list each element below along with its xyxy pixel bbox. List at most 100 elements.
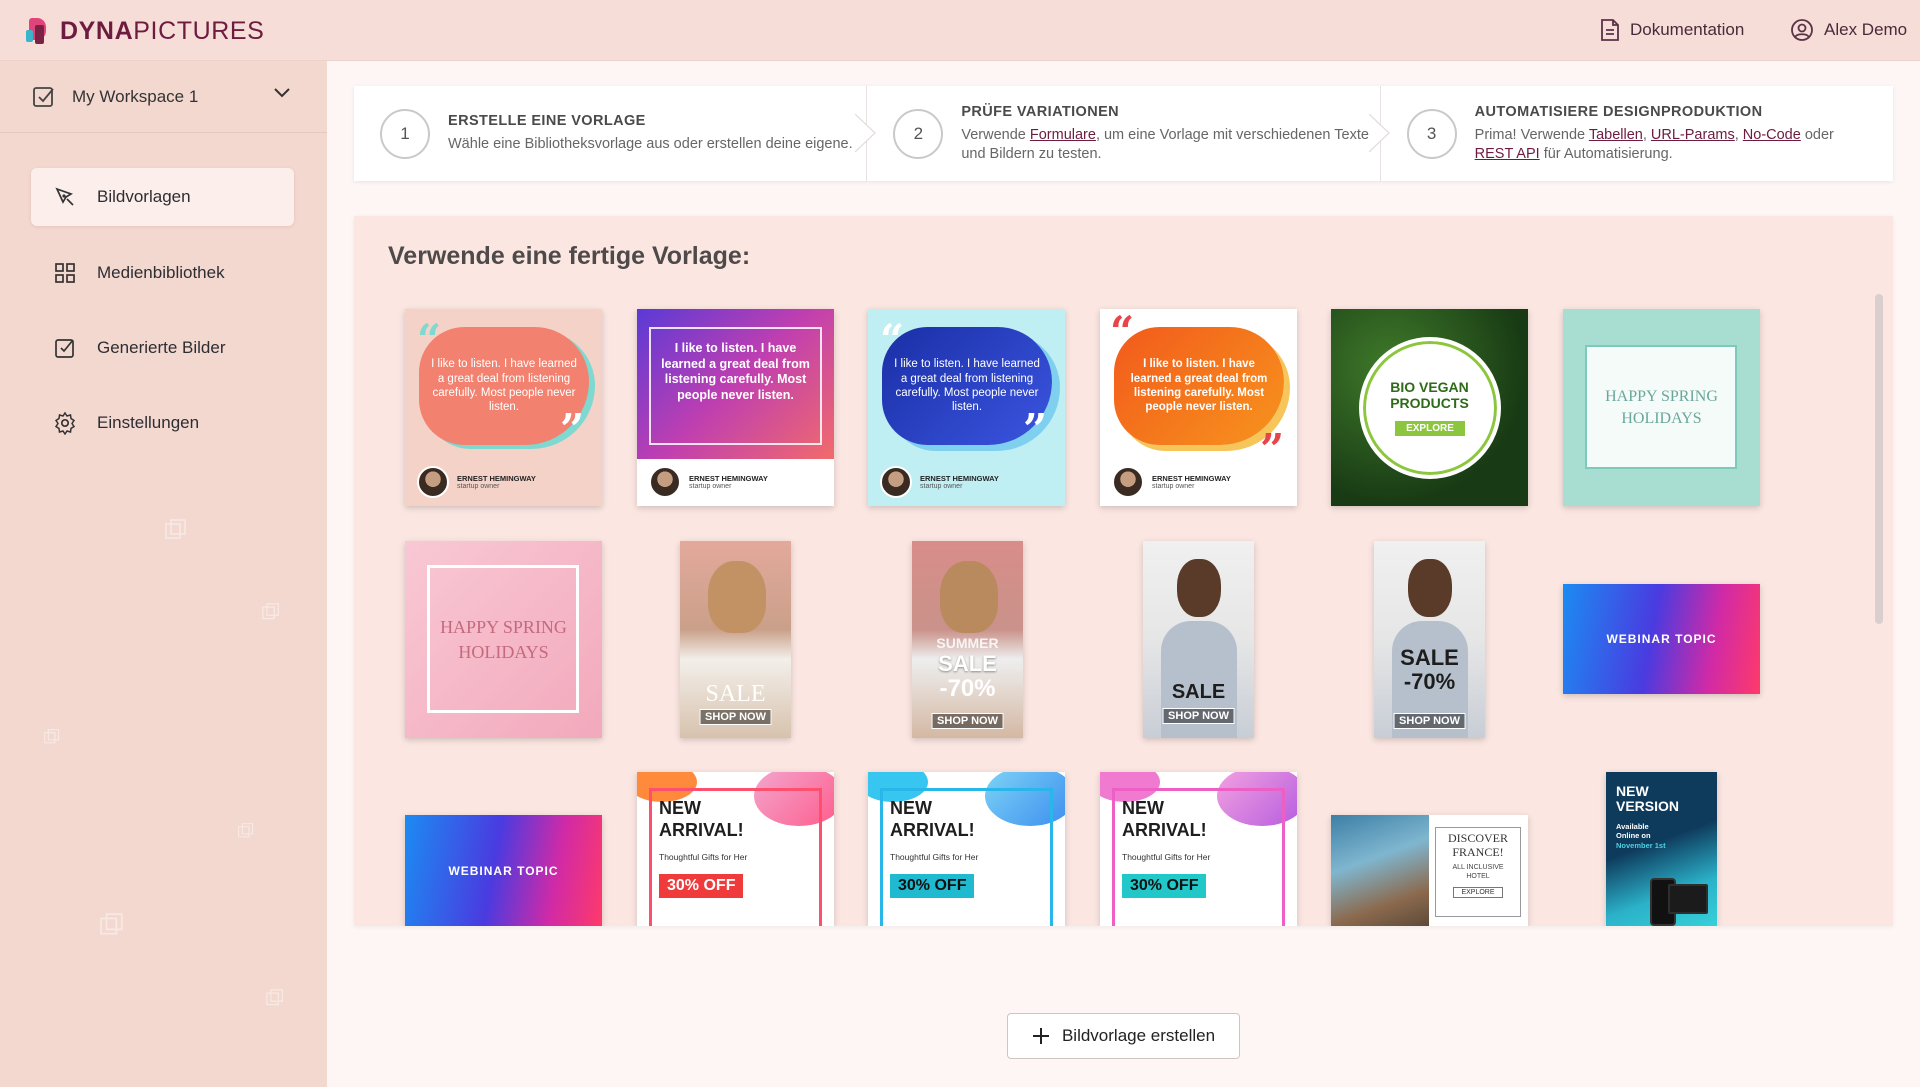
step-number: 1 — [380, 108, 430, 159]
webinar-label: WEBINAR TOPIC — [448, 863, 559, 878]
explore-label: EXPLORE — [1395, 421, 1465, 436]
quote-mark: “ — [880, 315, 905, 364]
version-title: NEW VERSION — [1616, 783, 1680, 815]
quote-mark: ” — [560, 405, 585, 454]
documentation-label: Dokumentation — [1630, 20, 1745, 39]
chevron-right-icon — [1368, 114, 1390, 152]
france-subtitle: ALL INCLUSIVE HOTEL — [1452, 864, 1504, 881]
step-title: PRÜFE VARIATIONEN — [961, 103, 1120, 120]
arrival-discount: 30% OFF — [659, 874, 744, 898]
template-new-arrival-pink[interactable]: NEW ARRIVAL! Thoughtful Gifts for Her 30%… — [1100, 772, 1297, 926]
template-quote-coral[interactable]: I like to listen. I have learned a great… — [405, 309, 602, 506]
tables-link[interactable]: Tabellen — [1589, 127, 1643, 143]
template-sale-woman[interactable]: SALE SHOP NOW — [680, 541, 791, 738]
document-icon — [1601, 19, 1619, 41]
arrival-title: NEW ARRIVAL! — [659, 798, 744, 840]
avatar — [1112, 466, 1144, 498]
arrival-title: NEW ARRIVAL! — [1122, 798, 1207, 840]
shop-now-label: SHOP NOW — [931, 713, 1004, 729]
quote-author: ERNEST HEMINGWAY startup owner — [417, 466, 536, 498]
step-description: Prima! Verwende Tabellen, URL-Params, No… — [1474, 126, 1834, 162]
url-params-link[interactable]: URL-Params — [1651, 127, 1735, 143]
scrollbar[interactable] — [1875, 294, 1883, 624]
sidebar-item-medienbibliothek[interactable]: Medienbibliothek — [31, 244, 294, 302]
arrival-subtitle: Thoughtful Gifts for Her — [1122, 852, 1211, 862]
step-2: 2 PRÜFE VARIATIONEN Verwende Formulare, … — [866, 86, 1390, 181]
quote-mark: ” — [1023, 405, 1048, 454]
spring-title: HAPPY SPRING HOLIDAYS — [1605, 387, 1718, 427]
sidebar-item-label: Einstellungen — [97, 413, 200, 432]
template-sale-man[interactable]: SALE SHOP NOW — [1143, 541, 1254, 738]
sidebar-item-label: Bildvorlagen — [97, 187, 191, 206]
template-new-arrival-red[interactable]: NEW ARRIVAL! Thoughtful Gifts for Her 30%… — [637, 772, 834, 926]
webinar-label: WEBINAR TOPIC — [1606, 632, 1717, 646]
arrival-discount: 30% OFF — [890, 874, 975, 898]
discount-label: -70% — [1403, 669, 1456, 694]
workspace-selector[interactable]: My Workspace 1 — [0, 61, 327, 133]
logo-text: DYNAPICTURES — [60, 16, 265, 45]
quote-mark: “ — [417, 315, 442, 364]
template-quote-gradient[interactable]: I like to listen. I have learned a great… — [637, 309, 834, 506]
documentation-link[interactable]: Dokumentation — [1600, 18, 1744, 42]
arrival-discount: 30% OFF — [1122, 874, 1207, 898]
template-bio-vegan[interactable]: BIO VEGAN PRODUCTS EXPLORE — [1331, 309, 1528, 506]
discount-label: -70% — [939, 675, 996, 702]
shop-now-label: SHOP NOW — [1393, 713, 1466, 729]
step-description: Wähle eine Bibliotheksvorlage aus oder e… — [448, 136, 853, 153]
sidebar-item-einstellungen[interactable]: Einstellungen — [31, 394, 294, 452]
step-title: ERSTELLE EINE VORLAGE — [448, 113, 646, 130]
template-new-arrival-blue[interactable]: NEW ARRIVAL! Thoughtful Gifts for Her 30%… — [868, 772, 1065, 926]
chevron-down-icon — [274, 88, 290, 98]
arrival-subtitle: Thoughtful Gifts for Her — [890, 852, 979, 862]
quote-author: ERNEST HEMINGWAY startup owner — [1112, 466, 1231, 498]
quote-author: ERNEST HEMINGWAY startup owner — [880, 466, 999, 498]
template-quote-orange[interactable]: I like to listen. I have learned a great… — [1100, 309, 1297, 506]
copy-icon — [266, 989, 283, 1006]
sidebar-item-generierte-bilder[interactable]: Generierte Bilder — [31, 319, 294, 377]
quote-text: I like to listen. I have learned a great… — [661, 341, 810, 402]
user-circle-icon — [1791, 19, 1813, 41]
quote-mark: “ — [1110, 309, 1135, 356]
step-title: AUTOMATISIERE DESIGNPRODUKTION — [1474, 103, 1763, 120]
arrival-title: NEW ARRIVAL! — [890, 798, 975, 840]
template-summer-sale-woman[interactable]: SUMMER SALE -70% SHOP NOW — [912, 541, 1023, 738]
arrival-subtitle: Thoughtful Gifts for Her — [659, 852, 748, 862]
no-code-link[interactable]: No-Code — [1743, 127, 1801, 143]
grid-icon — [55, 263, 75, 283]
copy-icon — [165, 519, 186, 539]
gear-icon — [54, 411, 76, 435]
template-discover-france[interactable]: DISCOVER FRANCE! ALL INCLUSIVE HOTEL EXPLO… — [1331, 815, 1528, 926]
step-number: 2 — [893, 108, 944, 159]
template-quote-blue[interactable]: I like to listen. I have learned a great… — [868, 309, 1065, 506]
sidebar-item-bildvorlagen[interactable]: Bildvorlagen — [31, 168, 294, 226]
template-new-version[interactable]: NEW VERSION Available Online on November 1s… — [1606, 772, 1717, 926]
sidebar-item-label: Generierte Bilder — [97, 338, 226, 357]
quote-mark: ” — [1260, 425, 1285, 474]
user-menu[interactable]: Alex Demo — [1790, 18, 1907, 42]
template-webinar-2[interactable]: WEBINAR TOPIC — [405, 815, 602, 926]
plus-icon — [1032, 1028, 1049, 1044]
template-spring-pink[interactable]: HAPPY SPRING HOLIDAYS — [405, 541, 602, 738]
gallery-title: Verwende eine fertige Vorlage: — [388, 242, 751, 270]
template-sale-70-man[interactable]: SALE -70% SHOP NOW — [1374, 541, 1485, 738]
sale-label: SALE — [938, 651, 997, 676]
create-template-button[interactable]: Bildvorlage erstellen — [1007, 1013, 1240, 1059]
quote-author: ERNEST HEMINGWAY startup owner — [649, 466, 768, 498]
workspace-name: My Workspace 1 — [72, 86, 199, 106]
france-explore-label: EXPLORE — [1453, 887, 1503, 898]
sale-label: SALE — [1171, 681, 1226, 703]
forms-link[interactable]: Formulare — [1030, 127, 1096, 143]
check-square-icon — [33, 86, 54, 107]
dynapictures-logo[interactable]: DYNAPICTURES — [26, 14, 264, 48]
rest-api-link[interactable]: REST API — [1475, 146, 1540, 162]
template-webinar[interactable]: WEBINAR TOPIC — [1563, 584, 1760, 694]
quote-text: I like to listen. I have learned a great… — [1114, 327, 1284, 445]
shop-now-label: SHOP NOW — [1162, 708, 1235, 724]
copy-icon — [100, 913, 123, 935]
template-spring-mint[interactable]: HAPPY SPRING HOLIDAYS — [1563, 309, 1760, 506]
summer-label: SUMMER — [936, 635, 999, 651]
version-subtitle: Available Online on November 1st — [1616, 822, 1666, 850]
template-gallery: Verwende eine fertige Vorlage: I like to… — [354, 216, 1893, 926]
sidebar-item-label: Medienbibliothek — [97, 263, 225, 282]
top-header: DYNAPICTURES Dokumentation Alex Demo — [0, 0, 1920, 61]
